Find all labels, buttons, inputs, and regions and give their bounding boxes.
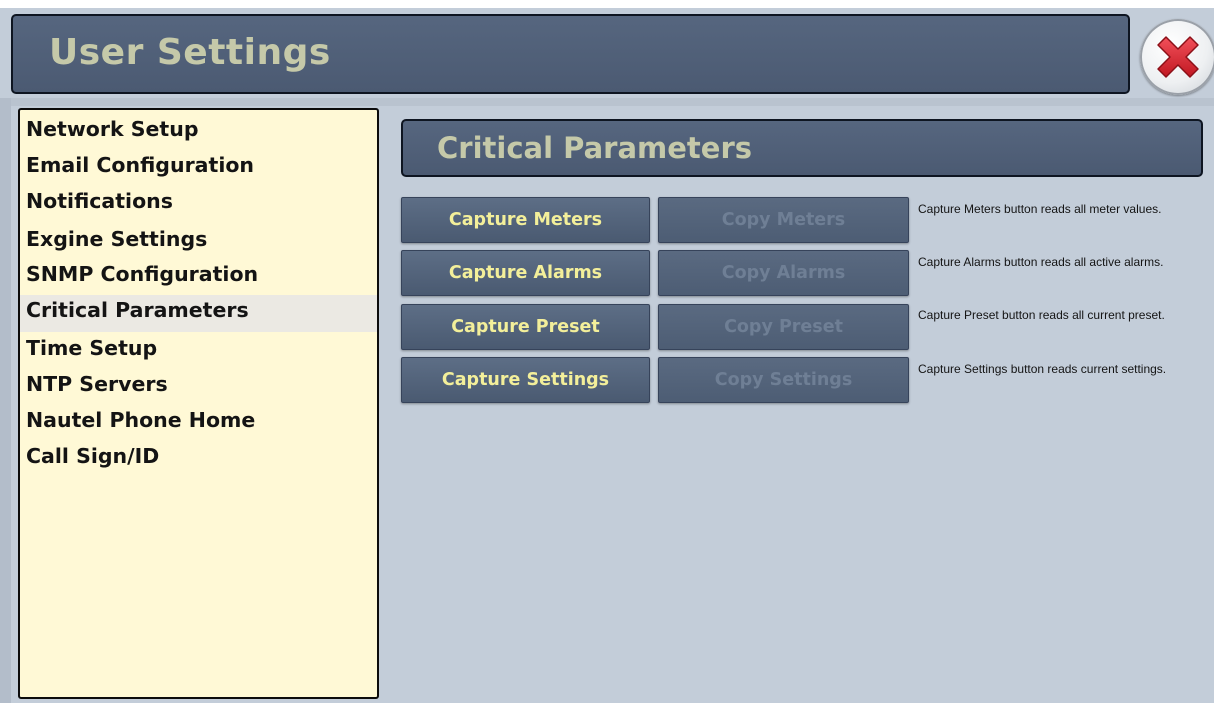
settings-sidebar: Network Setup Email Configuration Notifi… <box>18 108 379 699</box>
capture-preset-button[interactable]: Capture Preset <box>401 304 650 350</box>
copy-meters-button[interactable]: Copy Meters <box>658 197 909 243</box>
header-divider <box>0 98 1214 106</box>
capture-alarms-description: Capture Alarms button reads all active a… <box>918 255 1164 269</box>
title-bar: User Settings <box>11 14 1130 94</box>
panel-title-bar: Critical Parameters <box>401 119 1203 177</box>
close-button[interactable] <box>1140 19 1214 95</box>
sidebar-item-critical-parameters[interactable]: Critical Parameters <box>26 298 249 322</box>
copy-settings-button[interactable]: Copy Settings <box>658 357 909 403</box>
top-strip <box>0 0 1214 8</box>
sidebar-item-email-configuration[interactable]: Email Configuration <box>26 153 254 177</box>
capture-preset-description: Capture Preset button reads all current … <box>918 308 1165 322</box>
sidebar-item-ntp-servers[interactable]: NTP Servers <box>26 372 168 396</box>
sidebar-item-call-sign-id[interactable]: Call Sign/ID <box>26 444 159 468</box>
sidebar-item-exgine-settings[interactable]: Exgine Settings <box>26 227 207 251</box>
capture-alarms-button[interactable]: Capture Alarms <box>401 250 650 296</box>
copy-alarms-button[interactable]: Copy Alarms <box>658 250 909 296</box>
copy-preset-button[interactable]: Copy Preset <box>658 304 909 350</box>
sidebar-item-time-setup[interactable]: Time Setup <box>26 336 157 360</box>
page-title: User Settings <box>49 32 331 73</box>
sidebar-item-nautel-phone-home[interactable]: Nautel Phone Home <box>26 408 255 432</box>
sidebar-item-notifications[interactable]: Notifications <box>26 189 173 213</box>
capture-settings-button[interactable]: Capture Settings <box>401 357 650 403</box>
sidebar-item-network-setup[interactable]: Network Setup <box>26 117 199 141</box>
sidebar-item-snmp-configuration[interactable]: SNMP Configuration <box>26 262 258 286</box>
capture-meters-description: Capture Meters button reads all meter va… <box>918 202 1162 216</box>
left-edge <box>0 98 11 703</box>
panel-title: Critical Parameters <box>437 131 753 165</box>
close-x-icon <box>1157 36 1199 78</box>
capture-settings-description: Capture Settings button reads current se… <box>918 362 1167 376</box>
capture-meters-button[interactable]: Capture Meters <box>401 197 650 243</box>
